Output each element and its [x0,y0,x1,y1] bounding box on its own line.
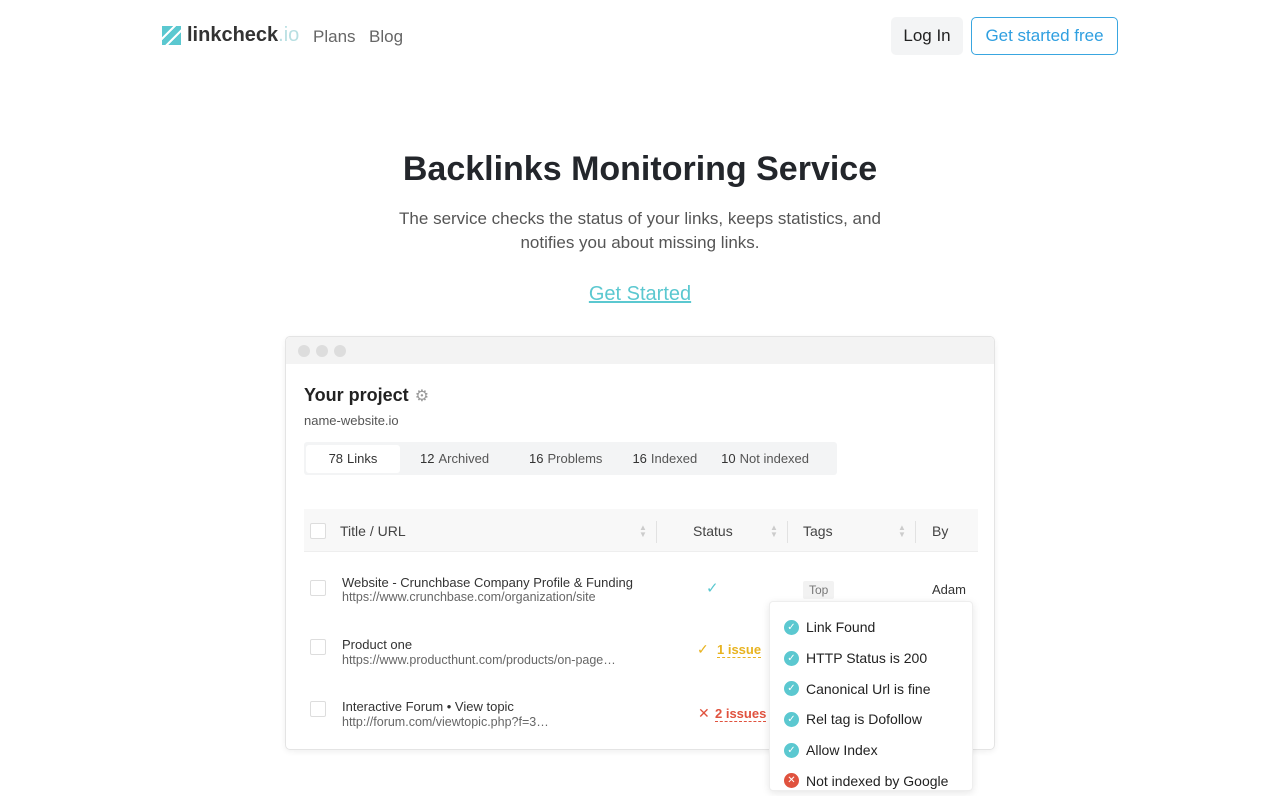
tab-archived[interactable]: 12 Archived [400,445,509,473]
row-checkbox[interactable] [310,701,326,717]
check-item: ✓ Link Found [784,612,958,643]
window-dot [298,344,310,357]
check-item: ✓ Allow Index [784,735,958,766]
check-item: ✓ Rel tag is Dofollow [784,704,958,735]
gear-icon[interactable]: ⚙ [415,386,429,406]
link-url[interactable]: https://www.crunchbase.com/organization/… [342,590,596,604]
check-item: ✕ Not indexed by Google [784,765,958,796]
tab-problems[interactable]: 16 Problems [509,445,622,473]
check-circle-icon: ✓ [784,619,799,635]
logo-suffix: .io [278,24,300,46]
nav-blog[interactable]: Blog [369,27,403,47]
link-title[interactable]: Website - Crunchbase Company Profile & F… [342,575,633,590]
nav-plans[interactable]: Plans [313,27,356,47]
filter-tabs: 78 Links 12 Archived 16 Problems 16 Indexed … [304,442,837,475]
project-title: Your project [304,385,409,405]
check-item: ✓ Canonical Url is fine [784,673,958,704]
tab-indexed[interactable]: 16 Indexed [622,445,707,473]
tab-not-indexed[interactable]: 10 Not indexed [707,445,823,473]
check-icon: ✓ [706,580,719,597]
logo[interactable]: linkcheck.io [162,24,299,47]
check-circle-icon: ✓ [784,650,799,666]
window-dot [316,344,328,357]
sort-icon[interactable]: ▲ ▼ [770,524,778,539]
hero-subtitle: The service checks the status of your li… [399,209,881,252]
project-domain: name-website.io [304,413,399,428]
window-dot [334,344,346,357]
x-circle-icon: ✕ [784,773,799,789]
column-status[interactable]: Status [693,523,733,539]
window-titlebar [286,337,994,364]
link-title[interactable]: Product one [342,637,412,652]
logo-icon [162,26,181,45]
link-url[interactable]: https://www.producthunt.com/products/on-… [342,653,616,667]
check-circle-icon: ✓ [784,681,799,697]
column-tags[interactable]: Tags [803,523,833,539]
tab-links[interactable]: 78 Links [306,444,400,473]
warning-check-icon: ✓ [697,641,709,657]
page-title: Backlinks Monitoring Service [402,150,878,188]
check-circle-icon: ✓ [784,742,799,758]
check-item: ✓ HTTP Status is 200 [784,643,958,674]
login-button[interactable]: Log In [891,17,963,55]
column-title[interactable]: Title / URL [340,523,406,539]
link-title[interactable]: Interactive Forum • View topic [342,699,514,714]
issues-link[interactable]: 2 issues [715,706,767,722]
owner: Adam [932,582,966,597]
get-started-free-button[interactable]: Get started free [971,17,1118,55]
select-all-checkbox[interactable] [310,523,326,539]
link-url[interactable]: http://forum.com/viewtopic.php?f=3… [342,715,549,729]
column-by: By [932,523,949,539]
check-circle-icon: ✓ [784,711,799,727]
issues-link[interactable]: 1 issue [717,642,762,658]
logo-text: linkcheck [187,24,279,46]
table-header: Title / URL ▲ ▼ Status ▲ ▼ Tags ▲ ▼ By [304,509,978,552]
get-started-link[interactable]: Get Started [589,283,691,305]
error-x-icon: ✕ [698,705,710,721]
status-popover: ✓ Link Found ✓ HTTP Status is 200 ✓ Canonic… [769,601,973,791]
sort-icon[interactable]: ▲ ▼ [639,524,647,539]
row-checkbox[interactable] [310,580,326,596]
tag-badge[interactable]: Top [803,581,835,599]
row-checkbox[interactable] [310,639,326,655]
sort-icon[interactable]: ▲ ▼ [898,524,906,539]
